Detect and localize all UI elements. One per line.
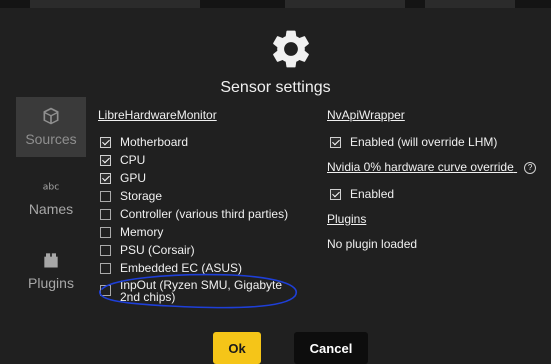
checkbox-label: CPU: [120, 153, 146, 167]
checkbox-label: InpOut (Ryzen SMU, Gigabyte 2nd chips): [120, 278, 283, 304]
checkbox-label: Memory: [120, 225, 164, 239]
ok-button[interactable]: Ok: [213, 332, 261, 364]
background-strip: [0, 0, 551, 8]
checkbox-box[interactable]: [100, 154, 111, 166]
gear-icon: [273, 30, 309, 68]
nav-label-sources: Sources: [25, 131, 77, 147]
checkbox-psu[interactable]: PSU (Corsair): [100, 242, 195, 258]
checkbox-embedded-ec[interactable]: Embedded EC (ASUS): [100, 260, 242, 276]
checkbox-box[interactable]: [100, 172, 111, 184]
checkbox-box[interactable]: [100, 285, 111, 296]
plugins-status: No plugin loaded: [327, 237, 418, 251]
checkbox-label: Enabled: [350, 187, 395, 201]
svg-text:abc: abc: [43, 182, 59, 193]
checkbox-label: GPU: [120, 171, 147, 185]
abc-icon: abc: [43, 182, 59, 193]
nav-item-sources[interactable]: Sources: [16, 97, 86, 157]
background-panel: [285, 0, 405, 8]
checkbox-controller[interactable]: Controller (various third parties): [100, 206, 288, 222]
settings-nav: Sources abc Names Plugins: [16, 97, 86, 315]
checkbox-box[interactable]: [100, 262, 111, 274]
checkbox-box[interactable]: [100, 190, 111, 202]
checkbox-memory[interactable]: Memory: [100, 224, 163, 240]
plugins-heading: Plugins: [327, 212, 367, 226]
help-icon[interactable]: ?: [524, 161, 537, 174]
lhm-heading: LibreHardwareMonitor: [98, 108, 217, 122]
checkbox-cpu[interactable]: CPU: [100, 152, 145, 168]
nvapi-heading: NvApiWrapper: [327, 108, 405, 122]
checkbox-box[interactable]: [330, 188, 341, 200]
checkbox-box[interactable]: [100, 226, 111, 238]
plugin-icon: [44, 253, 58, 268]
nvidia-curve-heading-text: Nvidia 0% hardware curve override: [327, 160, 514, 174]
checkbox-label: PSU (Corsair): [120, 243, 195, 257]
checkbox-storage[interactable]: Storage: [100, 188, 162, 204]
cancel-button[interactable]: Cancel: [294, 332, 368, 364]
nvidia-curve-heading: Nvidia 0% hardware curve override ?: [327, 160, 537, 174]
checkbox-box[interactable]: [100, 244, 111, 256]
background-panel: [30, 0, 200, 8]
checkbox-label: Enabled (will override LHM): [350, 135, 498, 149]
checkbox-box[interactable]: [330, 136, 341, 148]
nav-item-plugins[interactable]: Plugins: [16, 241, 86, 305]
checkbox-box[interactable]: [100, 136, 111, 148]
nav-item-names[interactable]: abc Names: [16, 167, 86, 231]
cube-icon: [43, 107, 59, 125]
background-panel: [425, 0, 515, 8]
checkbox-inpout[interactable]: InpOut (Ryzen SMU, Gigabyte 2nd chips): [100, 279, 310, 303]
nav-label-plugins: Plugins: [28, 275, 74, 291]
checkbox-label: Embedded EC (ASUS): [120, 261, 243, 275]
dialog-title: Sensor settings: [220, 79, 331, 96]
checkbox-motherboard[interactable]: Motherboard: [100, 134, 188, 150]
checkbox-box[interactable]: [100, 208, 111, 220]
checkbox-label: Motherboard: [120, 135, 189, 149]
checkbox-gpu[interactable]: GPU: [100, 170, 146, 186]
checkbox-nvapi-enabled[interactable]: Enabled (will override LHM): [330, 134, 497, 150]
checkbox-nvidia-curve-enabled[interactable]: Enabled: [330, 186, 394, 202]
nav-label-names: Names: [28, 201, 74, 217]
checkbox-label: Storage: [120, 189, 163, 203]
checkbox-label: Controller (various third parties): [120, 207, 289, 221]
